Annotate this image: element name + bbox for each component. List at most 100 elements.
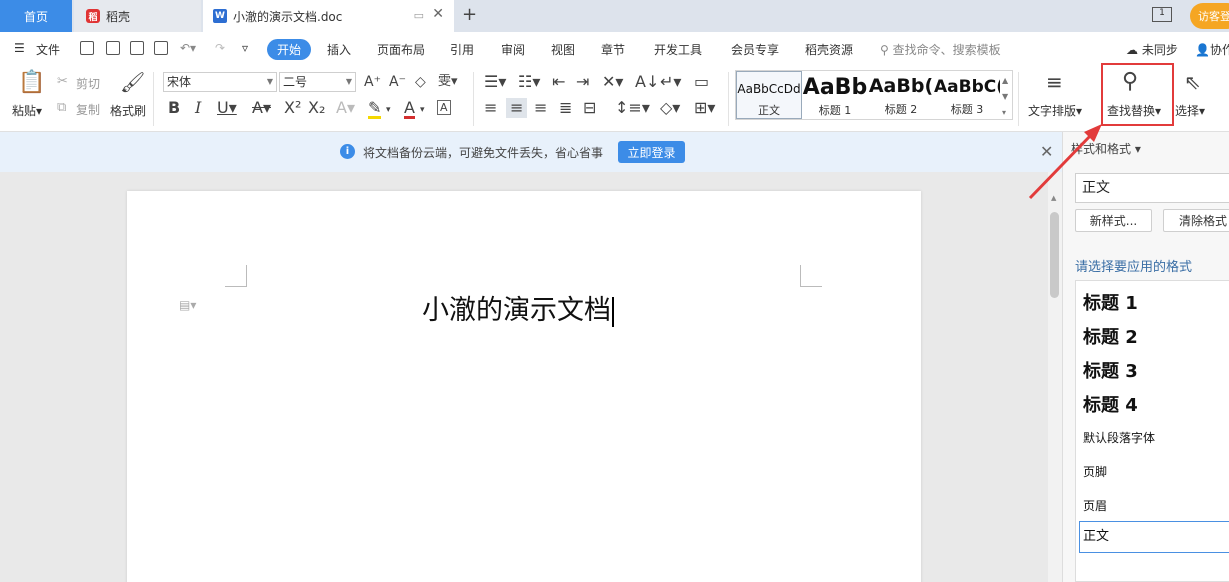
select-button[interactable]: 选择▾ xyxy=(1175,102,1205,119)
line-spacing-icon[interactable]: ↕≡▾ xyxy=(615,100,650,116)
decrease-indent-icon[interactable]: ⇤ xyxy=(552,74,565,90)
menu-review[interactable]: 审阅 xyxy=(501,41,525,58)
list-item[interactable]: 标题 2 xyxy=(1083,323,1138,349)
format-painter-button[interactable]: 格式刷 xyxy=(110,102,146,119)
text-effect-icon[interactable]: A▾ xyxy=(336,100,355,116)
phonetic-icon[interactable]: 雯▾ xyxy=(438,74,458,90)
command-search[interactable]: ⚲ 查找命令、搜索模板 xyxy=(880,41,1001,58)
clear-format-icon[interactable]: ◇ xyxy=(415,74,426,90)
cut-button[interactable]: 剪切 xyxy=(76,75,100,92)
menu-view[interactable]: 视图 xyxy=(551,41,575,58)
menu-chapter[interactable]: 章节 xyxy=(601,41,625,58)
menu-file[interactable]: 文件 xyxy=(36,41,60,58)
save-icon[interactable] xyxy=(80,41,94,55)
font-color-icon[interactable]: A xyxy=(404,100,415,119)
print-icon[interactable] xyxy=(130,41,144,55)
document-title-text[interactable]: 小澈的演示文档 xyxy=(422,288,614,327)
menu-start[interactable]: 开始 xyxy=(267,39,311,60)
close-tab-icon[interactable]: ✕ xyxy=(432,6,444,22)
bullet-list-icon[interactable]: ☰▾ xyxy=(484,74,506,90)
print-preview-icon[interactable] xyxy=(154,41,168,55)
pin-tab-icon[interactable]: ▭ xyxy=(414,9,424,22)
hamburger-icon[interactable]: ☰ xyxy=(14,41,25,55)
subscript-icon[interactable]: X₂ xyxy=(308,100,325,116)
login-now-button[interactable]: 立即登录 xyxy=(618,141,685,163)
style-heading-3[interactable]: AaBbC( 标题 3 xyxy=(934,71,1000,119)
quick-access-more-icon[interactable]: ▿ xyxy=(242,41,248,55)
tab-daoke[interactable]: 稻 稻壳 xyxy=(74,0,201,32)
gallery-down-icon[interactable]: ▼ xyxy=(1002,89,1008,105)
clear-format-button[interactable]: 清除格式 xyxy=(1163,209,1229,232)
menu-daoke-resources[interactable]: 稻壳资源 xyxy=(805,41,853,58)
cloud-sync[interactable]: ☁ 未同步 xyxy=(1126,41,1178,58)
menu-page-layout[interactable]: 页面布局 xyxy=(377,41,425,58)
cut-icon[interactable]: ✂ xyxy=(57,74,68,90)
window-mode-icon[interactable]: 1 xyxy=(1152,7,1172,22)
paragraph-layout-icon[interactable]: ▤▾ xyxy=(179,298,196,312)
new-tab-icon[interactable]: + xyxy=(462,4,477,25)
font-shrink-icon[interactable]: A⁻ xyxy=(389,74,406,90)
list-item[interactable]: 标题 1 xyxy=(1083,289,1138,315)
font-name-select[interactable]: 宋体 ▼ xyxy=(163,72,277,92)
shading-icon[interactable]: ◇▾ xyxy=(660,100,680,116)
menu-developer[interactable]: 开发工具 xyxy=(654,41,702,58)
new-style-button[interactable]: 新样式... xyxy=(1075,209,1152,232)
list-item[interactable]: 正文 xyxy=(1079,521,1229,553)
show-marks-icon[interactable]: ↵▾ xyxy=(660,74,681,90)
align-right-icon[interactable]: ≡ xyxy=(534,100,547,116)
bold-icon[interactable]: B xyxy=(168,100,180,116)
align-center-icon[interactable]: ≡ xyxy=(506,98,528,118)
chevron-down-icon[interactable]: ▾ xyxy=(420,102,425,118)
chinese-layout-icon[interactable]: ✕▾ xyxy=(602,74,623,90)
tab-home[interactable]: 首页 xyxy=(0,0,72,32)
vertical-scrollbar[interactable]: ▲ xyxy=(1048,172,1062,582)
text-layout-icon[interactable]: ≡ xyxy=(1046,72,1063,92)
gallery-up-icon[interactable]: ▲ xyxy=(1002,73,1008,89)
numbered-list-icon[interactable]: ☷▾ xyxy=(518,74,540,90)
menu-member[interactable]: 会员专享 xyxy=(731,41,779,58)
highlight-icon[interactable]: ✎ xyxy=(368,100,382,119)
strikethrough-icon[interactable]: A▾ xyxy=(252,100,271,116)
distributed-icon[interactable]: ⊟ xyxy=(583,100,596,116)
borders-icon[interactable]: ⊞▾ xyxy=(694,100,715,116)
char-border-icon[interactable]: A xyxy=(437,100,451,115)
list-item[interactable]: 标题 4 xyxy=(1083,391,1138,417)
menu-insert[interactable]: 插入 xyxy=(327,41,351,58)
format-painter-icon[interactable]: 🖌 xyxy=(120,72,145,92)
underline-icon[interactable]: U▾ xyxy=(217,100,237,116)
superscript-icon[interactable]: X² xyxy=(284,100,301,116)
document-page[interactable]: ▤▾ 小澈的演示文档 xyxy=(127,191,921,582)
style-normal[interactable]: AaBbCcDd 正文 xyxy=(736,71,802,119)
redo-icon[interactable]: ↷ xyxy=(215,41,225,55)
list-item[interactable]: 页眉 xyxy=(1083,497,1107,514)
menu-references[interactable]: 引用 xyxy=(450,41,474,58)
chevron-down-icon[interactable]: ▾ xyxy=(386,102,391,118)
word-doc-icon: W xyxy=(213,9,227,23)
text-layout-button[interactable]: 文字排版▾ xyxy=(1028,102,1082,119)
italic-icon[interactable]: I xyxy=(195,100,201,116)
undo-icon[interactable]: ↶▾ xyxy=(180,41,196,55)
font-size-select[interactable]: 二号 ▼ xyxy=(279,72,356,92)
visitor-login-button[interactable]: 访客登 xyxy=(1190,3,1229,29)
list-item[interactable]: 标题 3 xyxy=(1083,357,1138,383)
sort-icon[interactable]: A↓ xyxy=(635,74,659,90)
align-left-icon[interactable]: ≡ xyxy=(484,100,497,116)
tab-document[interactable]: W 小澈的演示文档.doc ▭ ✕ xyxy=(203,0,454,32)
list-item[interactable]: 默认段落字体 xyxy=(1083,429,1155,446)
paste-icon[interactable]: 📋 xyxy=(18,72,45,94)
font-grow-icon[interactable]: A⁺ xyxy=(364,74,381,90)
list-item[interactable]: 页脚 xyxy=(1083,463,1107,480)
gallery-more-icon[interactable]: ▾ xyxy=(1002,105,1006,121)
scrollbar-thumb[interactable] xyxy=(1050,212,1059,298)
increase-indent-icon[interactable]: ⇥ xyxy=(576,74,589,90)
paste-button[interactable]: 粘贴▾ xyxy=(12,102,42,119)
export-pdf-icon[interactable] xyxy=(106,41,120,55)
collaborate-button[interactable]: 👤协作 xyxy=(1195,41,1229,58)
cursor-icon[interactable]: ⇖ xyxy=(1184,72,1201,92)
style-heading-1[interactable]: AaBb 标题 1 xyxy=(802,71,868,119)
copy-icon[interactable]: ⧉ xyxy=(57,100,66,116)
style-heading-2[interactable]: AaBb( 标题 2 xyxy=(868,71,934,119)
justify-icon[interactable]: ≣ xyxy=(559,100,572,116)
copy-button[interactable]: 复制 xyxy=(76,101,100,118)
ruler-icon[interactable]: ▭ xyxy=(694,74,709,90)
